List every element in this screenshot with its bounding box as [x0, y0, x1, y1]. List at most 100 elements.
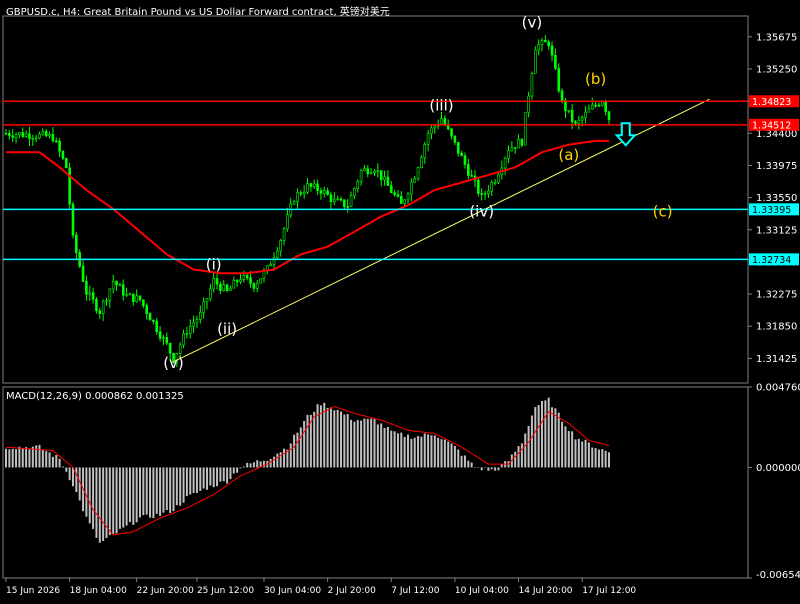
wave-label: (v)	[522, 13, 543, 31]
chart-svg[interactable]: 1.356751.352501.348231.344001.339751.335…	[0, 0, 800, 600]
macd-bar	[376, 424, 379, 468]
macd-bar	[289, 443, 292, 468]
time-tick-label: 15 Jun 2026	[6, 586, 60, 596]
macd-bar	[601, 449, 604, 468]
macd-bar	[98, 467, 101, 543]
macd-bar	[457, 449, 460, 468]
candle	[567, 109, 571, 114]
candle	[142, 299, 145, 309]
candle	[530, 71, 534, 100]
macd-bar	[219, 467, 222, 482]
macd-bar	[175, 467, 178, 506]
candle	[383, 170, 386, 186]
macd-bar	[460, 455, 463, 468]
candle	[420, 155, 423, 169]
macd-bar	[118, 467, 121, 529]
time-tick-label: 30 Jun 04:00	[264, 586, 321, 596]
candle	[54, 137, 58, 143]
macd-bar	[470, 462, 473, 468]
macd-bar	[370, 418, 373, 468]
candle	[557, 63, 561, 94]
candle	[366, 165, 370, 178]
macd-bar	[567, 431, 570, 468]
wave-label: (b)	[585, 70, 606, 88]
macd-bar	[189, 467, 192, 495]
candle	[540, 37, 544, 52]
candle	[456, 142, 460, 157]
macd-bar	[554, 408, 557, 468]
candle	[517, 134, 520, 149]
macd-pane-frame	[2, 386, 749, 579]
macd-bar	[514, 451, 517, 468]
candle	[125, 287, 128, 298]
macd-bar	[484, 467, 487, 468]
candle	[607, 110, 611, 125]
macd-bar	[410, 438, 413, 468]
candle	[369, 168, 373, 175]
macd-header: MACD(12,26,9) 0.000862 0.001325	[6, 391, 184, 402]
macd-bar	[236, 467, 239, 473]
candle	[158, 325, 162, 342]
candle	[453, 135, 457, 146]
candle	[165, 332, 169, 346]
candle	[322, 186, 326, 198]
candle	[185, 326, 189, 339]
macd-bar	[162, 467, 165, 513]
macd-bar	[319, 405, 322, 468]
candle	[24, 130, 28, 138]
candle	[18, 132, 21, 139]
macd-bar	[396, 433, 399, 468]
candle	[192, 315, 195, 333]
macd-bar	[534, 407, 537, 468]
candle	[252, 282, 256, 293]
macd-bar	[597, 449, 600, 468]
candle	[490, 179, 494, 196]
macd-bar	[75, 467, 78, 493]
macd-bar	[530, 415, 533, 468]
candle	[373, 168, 376, 177]
candle	[255, 280, 259, 293]
macd-bar	[447, 441, 450, 468]
candle	[108, 288, 112, 308]
candle	[520, 138, 524, 148]
macd-bar	[165, 467, 168, 511]
macd-bar	[108, 467, 111, 536]
macd-bar	[430, 435, 433, 468]
candle	[145, 303, 148, 320]
macd-bar	[551, 407, 554, 468]
candle	[38, 131, 41, 140]
level-price-label: 1.34823	[752, 97, 791, 108]
macd-bar	[440, 439, 443, 468]
candle	[282, 227, 286, 246]
candle	[316, 179, 319, 195]
price-tick-label: 1.33550	[756, 193, 797, 204]
macd-bar	[41, 449, 44, 468]
candle	[507, 145, 510, 164]
macd-bar	[31, 446, 34, 468]
macd-bar	[564, 426, 567, 468]
price-tick-label: 1.33125	[756, 225, 797, 236]
macd-bar	[202, 467, 205, 489]
macd-bar	[88, 467, 91, 524]
macd-bar	[577, 438, 580, 468]
macd-bar	[135, 467, 138, 523]
macd-bar	[480, 467, 483, 471]
macd-bar	[125, 467, 128, 526]
candle	[269, 261, 272, 267]
candle	[410, 178, 413, 202]
level-price-label: 1.34512	[752, 120, 791, 131]
macd-bar	[350, 419, 353, 468]
macd-bar	[61, 466, 64, 468]
candle	[339, 196, 343, 202]
macd-bar	[249, 463, 252, 468]
macd-bar	[139, 467, 141, 518]
candle	[346, 199, 350, 213]
macd-bar	[102, 467, 105, 541]
candle	[326, 187, 329, 196]
macd-bar	[242, 466, 245, 468]
candle	[336, 195, 339, 201]
macd-bar	[353, 421, 356, 468]
trading-chart[interactable]: 1.356751.352501.348231.344001.339751.335…	[0, 0, 800, 600]
candle	[239, 273, 242, 285]
candle	[111, 274, 115, 294]
